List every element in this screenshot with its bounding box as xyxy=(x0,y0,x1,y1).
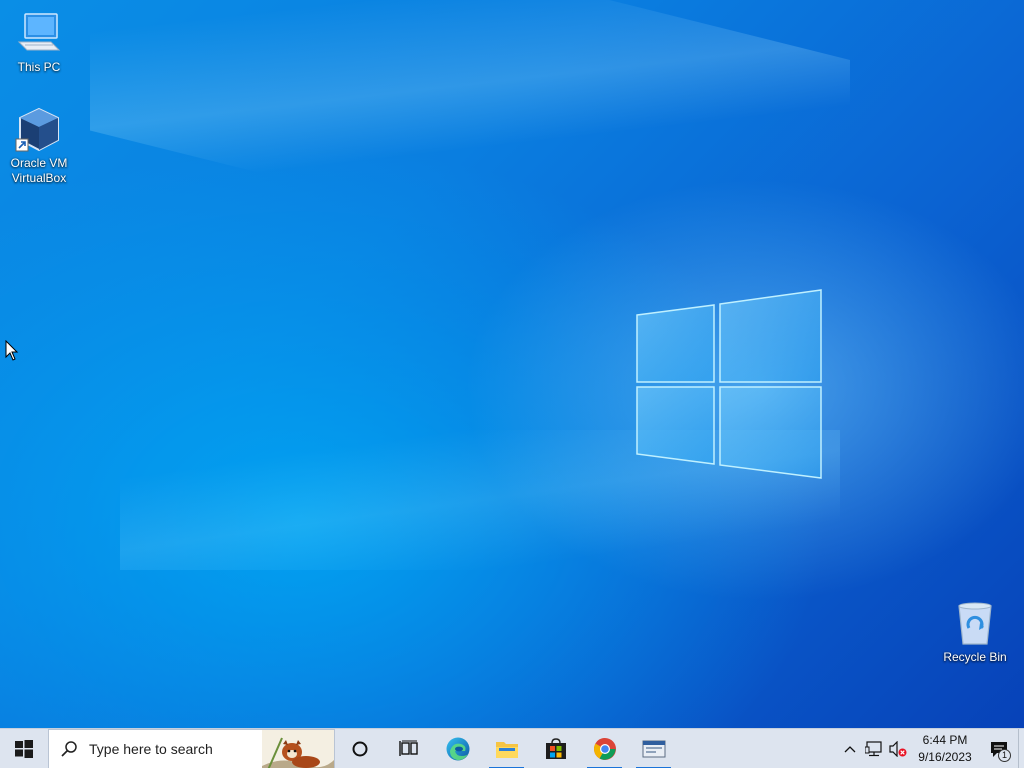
network-icon xyxy=(865,740,882,756)
desktop-icon-virtualbox[interactable]: Oracle VM VirtualBox xyxy=(1,106,77,186)
start-button[interactable] xyxy=(0,729,48,768)
red-panda-search-highlight-icon xyxy=(262,729,334,768)
virtualbox-icon xyxy=(15,107,59,152)
chrome-icon xyxy=(593,737,616,760)
clock-time: 6:44 PM xyxy=(922,732,968,747)
task-view-button[interactable] xyxy=(384,729,433,768)
taskbar: Type here to search 6:44 PM 9/16/2023 1 xyxy=(0,728,1024,768)
task-view-icon xyxy=(398,740,418,756)
desktop-icon-recycle-bin[interactable]: Recycle Bin xyxy=(937,600,1013,665)
notification-count-badge: 1 xyxy=(998,748,1011,762)
taskbar-app-file-explorer[interactable] xyxy=(482,729,531,768)
desktop-icon-this-pc[interactable]: This PC xyxy=(1,10,77,75)
volume-button[interactable] xyxy=(886,729,910,768)
show-hidden-icons-button[interactable] xyxy=(838,729,862,768)
mouse-cursor-icon xyxy=(5,340,19,361)
search-icon xyxy=(49,730,89,768)
cortana-button[interactable] xyxy=(335,729,384,768)
windows-start-icon xyxy=(15,739,33,758)
taskbar-app-window[interactable] xyxy=(629,729,678,768)
windows-logo-wallpaper xyxy=(636,289,822,479)
desktop-icon-label: This PC xyxy=(17,60,61,74)
taskbar-app-chrome[interactable] xyxy=(580,729,629,768)
system-tray: 6:44 PM 9/16/2023 1 xyxy=(838,728,1024,768)
network-button[interactable] xyxy=(862,729,886,768)
taskbar-app-microsoft-store[interactable] xyxy=(531,729,580,768)
app-window-icon xyxy=(642,740,665,757)
clock[interactable]: 6:44 PM 9/16/2023 xyxy=(910,732,980,766)
action-center-button[interactable]: 1 xyxy=(980,729,1018,768)
volume-muted-icon xyxy=(889,740,907,757)
edge-icon xyxy=(446,737,469,760)
search-box[interactable]: Type here to search xyxy=(48,728,335,768)
taskbar-app-edge[interactable] xyxy=(433,729,482,768)
desktop-icon-label: Oracle VM VirtualBox xyxy=(10,156,68,185)
recycle-bin-icon xyxy=(958,602,992,645)
clock-date: 9/16/2023 xyxy=(918,749,972,764)
this-pc-icon xyxy=(17,13,61,51)
cortana-circle-icon xyxy=(352,741,367,756)
chevron-up-icon xyxy=(844,745,856,752)
desktop[interactable]: This PC Oracle VM VirtualBox Recycle Bin xyxy=(0,0,1024,728)
desktop-icon-label: Recycle Bin xyxy=(943,650,1007,664)
store-icon xyxy=(545,737,566,759)
show-desktop-button[interactable] xyxy=(1018,728,1024,768)
folder-icon xyxy=(495,741,518,758)
